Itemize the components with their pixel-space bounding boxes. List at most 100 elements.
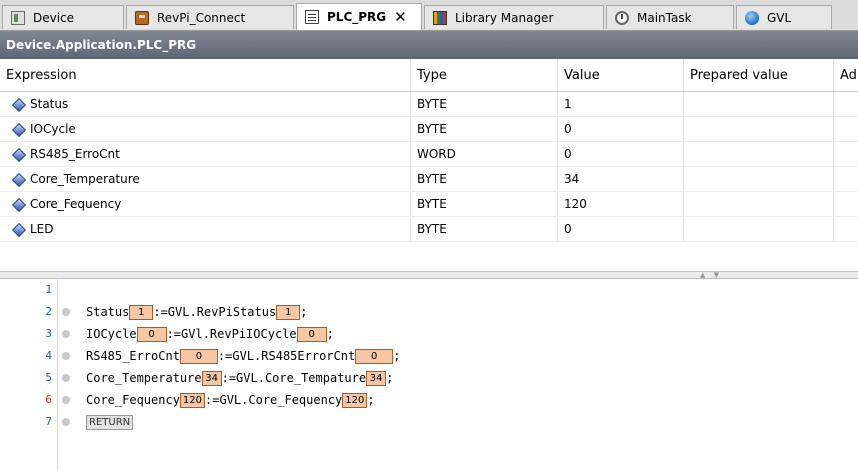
- inline-monitor-value[interactable]: 120: [179, 393, 206, 408]
- tab-device[interactable]: Device: [2, 5, 124, 29]
- table-row[interactable]: Core_Fequency BYTE 120: [0, 192, 858, 217]
- table-row[interactable]: RS485_ErroCnt WORD 0: [0, 142, 858, 167]
- line-number: 4: [45, 349, 52, 362]
- pane-splitter[interactable]: ▲ ▼: [0, 271, 858, 279]
- column-header-type[interactable]: Type: [410, 59, 557, 91]
- value-cell: 1: [557, 92, 683, 116]
- tab-label: GVL: [767, 10, 792, 25]
- table-row[interactable]: LED BYTE 0: [0, 217, 858, 242]
- line-number: 2: [45, 305, 52, 318]
- column-header-address[interactable]: Ad: [833, 59, 858, 91]
- statement-terminator: ;: [393, 349, 401, 363]
- inline-monitor-value[interactable]: 0: [136, 327, 167, 342]
- value-cell: 0: [557, 142, 683, 166]
- code-line[interactable]: 6 Core_Fequency 120:=GVL.Core_Fequency 120…: [0, 389, 858, 411]
- breakpoint-marker-icon[interactable]: [62, 418, 70, 426]
- code-text: RS485_ErroCnt 0:=GVL.RS485ErrorCnt 0;: [86, 345, 400, 367]
- prepared-value-cell[interactable]: [683, 92, 833, 116]
- column-header-expression[interactable]: Expression: [0, 59, 410, 91]
- address-cell: [833, 217, 858, 241]
- tab-library-manager[interactable]: Library Manager: [424, 5, 604, 29]
- type-cell: BYTE: [410, 167, 557, 191]
- breakpoint-marker-icon[interactable]: [62, 308, 70, 316]
- tab-gvl[interactable]: GVL: [736, 5, 832, 29]
- inline-monitor-value[interactable]: 0: [355, 349, 394, 364]
- inline-monitor-value[interactable]: 0: [296, 327, 327, 342]
- code-editor[interactable]: 1 2 Status 1:=GVL.RevPiStatus 1; 3 IOCycle…: [0, 279, 858, 470]
- prepared-value-cell[interactable]: [683, 192, 833, 216]
- prepared-value-cell[interactable]: [683, 167, 833, 191]
- column-header-value[interactable]: Value: [557, 59, 683, 91]
- breakpoint-marker-icon[interactable]: [62, 396, 70, 404]
- line-number: 3: [45, 327, 52, 340]
- return-keyword[interactable]: RETURN: [86, 415, 134, 430]
- value-cell: 120: [557, 192, 683, 216]
- library-manager-icon: [433, 10, 447, 25]
- breakpoint-marker-icon[interactable]: [62, 374, 70, 382]
- address-cell: [833, 117, 858, 141]
- expression-cell: Status: [30, 97, 69, 111]
- code-line[interactable]: 1: [0, 279, 858, 301]
- code-text: RETURN: [86, 411, 134, 433]
- plc-program-icon: [305, 10, 319, 24]
- code-text: Core_Temperature 34:=GVL.Core_Tempature 34…: [86, 367, 393, 389]
- tab-label: Library Manager: [455, 10, 554, 25]
- gvl-globe-icon: [745, 10, 759, 25]
- code-text: IOCycle 0:=GVl.RevPiIOCycle 0;: [86, 323, 334, 345]
- prepared-value-cell[interactable]: [683, 217, 833, 241]
- code-line[interactable]: 7 RETURN: [0, 411, 858, 433]
- inline-monitor-value[interactable]: 0: [179, 349, 218, 364]
- value-cell: 0: [557, 217, 683, 241]
- statement-terminator: ;: [326, 327, 334, 341]
- prepared-value-cell[interactable]: [683, 142, 833, 166]
- tab-label: Device: [33, 10, 75, 25]
- inline-monitor-value[interactable]: 34: [366, 371, 387, 386]
- code-identifier: IOCycle: [86, 327, 137, 341]
- inline-monitor-value[interactable]: 120: [342, 393, 368, 408]
- inline-monitor-value[interactable]: 34: [201, 371, 222, 386]
- address-cell: [833, 192, 858, 216]
- table-row[interactable]: IOCycle BYTE 0: [0, 117, 858, 142]
- tab-label: MainTask: [637, 10, 692, 25]
- splitter-grip-icon[interactable]: ▲ ▼: [700, 272, 722, 279]
- type-cell: BYTE: [410, 217, 557, 241]
- breakpoint-marker-icon[interactable]: [62, 352, 70, 360]
- statement-terminator: ;: [367, 393, 375, 407]
- line-number: 1: [45, 283, 52, 296]
- expression-cell: RS485_ErroCnt: [30, 147, 120, 161]
- column-header-prepared-value[interactable]: Prepared value: [683, 59, 833, 91]
- code-text: Core_Fequency 120:=GVL.Core_Fequency 120;: [86, 389, 375, 411]
- object-path-bar: Device.Application.PLC_PRG: [0, 31, 858, 59]
- statement-terminator: ;: [386, 371, 394, 385]
- code-line[interactable]: 3 IOCycle 0:=GVl.RevPiIOCycle 0;: [0, 323, 858, 345]
- task-icon: [615, 10, 629, 25]
- inline-monitor-value[interactable]: 1: [129, 305, 154, 320]
- tab-plc-prg[interactable]: PLC_PRG ✕: [296, 3, 422, 30]
- line-number: 6: [45, 393, 52, 406]
- code-expression: :=GVL.RS485ErrorCnt: [217, 349, 356, 363]
- expression-cell: Core_Fequency: [30, 197, 122, 211]
- close-tab-icon[interactable]: ✕: [394, 8, 407, 26]
- tab-revpi-connect[interactable]: RevPi_Connect: [126, 5, 294, 29]
- code-line[interactable]: 4 RS485_ErroCnt 0:=GVL.RS485ErrorCnt 0;: [0, 345, 858, 367]
- code-line[interactable]: 2 Status 1:=GVL.RevPiStatus 1;: [0, 301, 858, 323]
- statement-terminator: ;: [300, 305, 308, 319]
- code-line[interactable]: 5 Core_Temperature 34:=GVL.Core_Tempature…: [0, 367, 858, 389]
- editor-tab-bar: Device RevPi_Connect PLC_PRG ✕ Library M…: [0, 0, 858, 31]
- value-cell: 34: [557, 167, 683, 191]
- tab-maintask[interactable]: MainTask: [606, 5, 734, 29]
- code-identifier: RS485_ErroCnt: [86, 349, 180, 363]
- prepared-value-cell[interactable]: [683, 117, 833, 141]
- table-row[interactable]: Core_Temperature BYTE 34: [0, 167, 858, 192]
- expression-cell: Core_Temperature: [30, 172, 140, 186]
- type-cell: BYTE: [410, 117, 557, 141]
- code-identifier: Core_Temperature: [86, 371, 202, 385]
- code-expression: :=GVL.RevPiStatus: [153, 305, 277, 319]
- address-cell: [833, 167, 858, 191]
- inline-monitor-value[interactable]: 1: [276, 305, 301, 320]
- type-cell: BYTE: [410, 192, 557, 216]
- code-text: Status 1:=GVL.RevPiStatus 1;: [86, 301, 307, 323]
- table-row[interactable]: Status BYTE 1: [0, 92, 858, 117]
- breakpoint-marker-icon[interactable]: [62, 330, 70, 338]
- address-cell: [833, 142, 858, 166]
